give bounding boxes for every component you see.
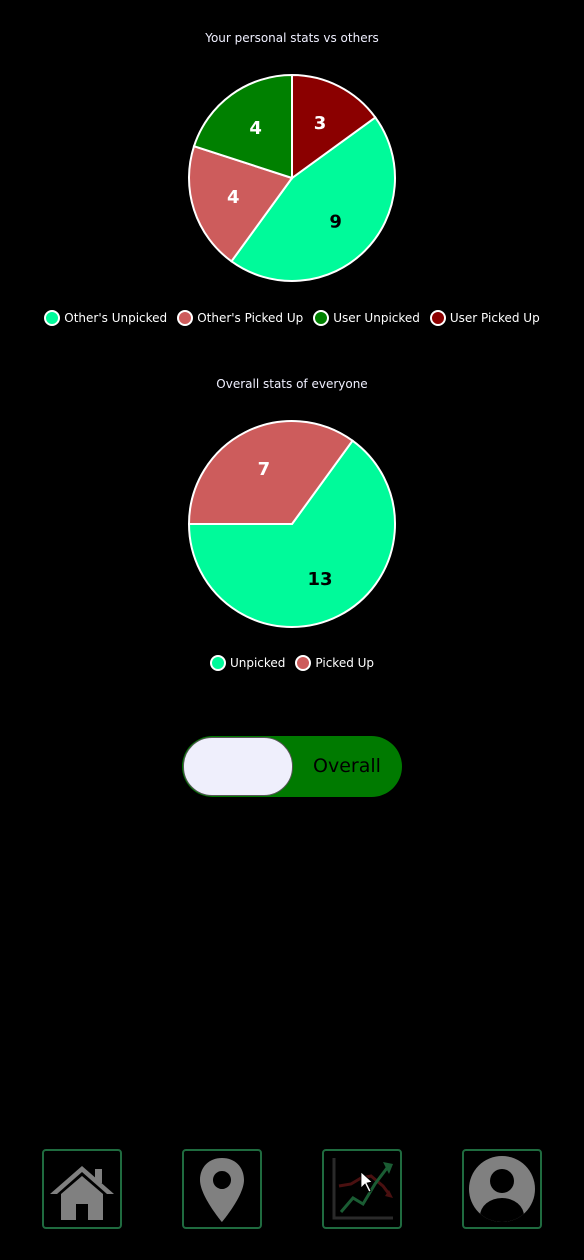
personal-legend-item-3: User Picked Up: [429, 310, 540, 326]
toggle-label: Overall: [313, 755, 381, 777]
personal-legend-label-3: User Picked Up: [449, 311, 540, 325]
user-profile-icon: [469, 1156, 535, 1222]
personal-legend-swatch-0: [44, 310, 61, 326]
personal-slice-label-1: 4: [227, 187, 240, 208]
personal-legend-swatch-1: [177, 310, 194, 326]
nav-home-button[interactable]: [42, 1149, 122, 1229]
overall-slice-label-1: 7: [258, 459, 271, 480]
overall-legend-item-1: Picked Up: [295, 655, 374, 671]
personal-legend-label-1: Other's Picked Up: [197, 311, 304, 325]
personal-legend-label-2: User Unpicked: [333, 311, 420, 325]
personal-legend-swatch-3: [429, 310, 446, 326]
personal-legend-item-2: User Unpicked: [313, 310, 420, 326]
home-icon: [50, 1166, 114, 1220]
nav-map-button[interactable]: [182, 1149, 262, 1229]
overall-slice-label-0: 13: [308, 569, 333, 590]
stats-chart-icon: [332, 1158, 393, 1220]
overall-stats-legend: Unpicked Picked Up: [0, 655, 584, 671]
personal-legend-item-1: Other's Picked Up: [177, 310, 303, 326]
personal-legend-swatch-2: [313, 310, 330, 326]
overall-legend-label-0: Unpicked: [229, 656, 286, 670]
overall-legend-item-0: Unpicked: [209, 655, 286, 671]
overall-toggle-switch[interactable]: Overall: [182, 736, 402, 797]
overall-legend-label-1: Picked Up: [315, 656, 375, 670]
personal-legend-label-0: Other's Unpicked: [64, 311, 168, 325]
personal-slice-label-0: 9: [329, 212, 342, 233]
personal-slice-label-2: 4: [249, 118, 262, 139]
overall-legend-swatch-0: [209, 655, 226, 671]
nav-profile-button[interactable]: [462, 1149, 542, 1229]
overall-stats-pie-chart: 13 7: [187, 420, 396, 628]
personal-slice-label-3: 3: [314, 113, 327, 134]
toggle-knob[interactable]: [183, 737, 293, 796]
personal-stats-legend: Other's Unpicked Other's Picked Up User Un…: [0, 310, 584, 326]
nav-stats-button[interactable]: [322, 1149, 402, 1229]
personal-stats-pie-chart: 9 4 4 3: [188, 73, 396, 282]
personal-legend-item-0: Other's Unpicked: [44, 310, 167, 326]
overall-legend-swatch-1: [295, 655, 312, 671]
personal-stats-title: Your personal stats vs others: [205, 31, 379, 45]
map-pin-icon: [200, 1158, 244, 1222]
overall-stats-title: Overall stats of everyone: [216, 377, 368, 391]
